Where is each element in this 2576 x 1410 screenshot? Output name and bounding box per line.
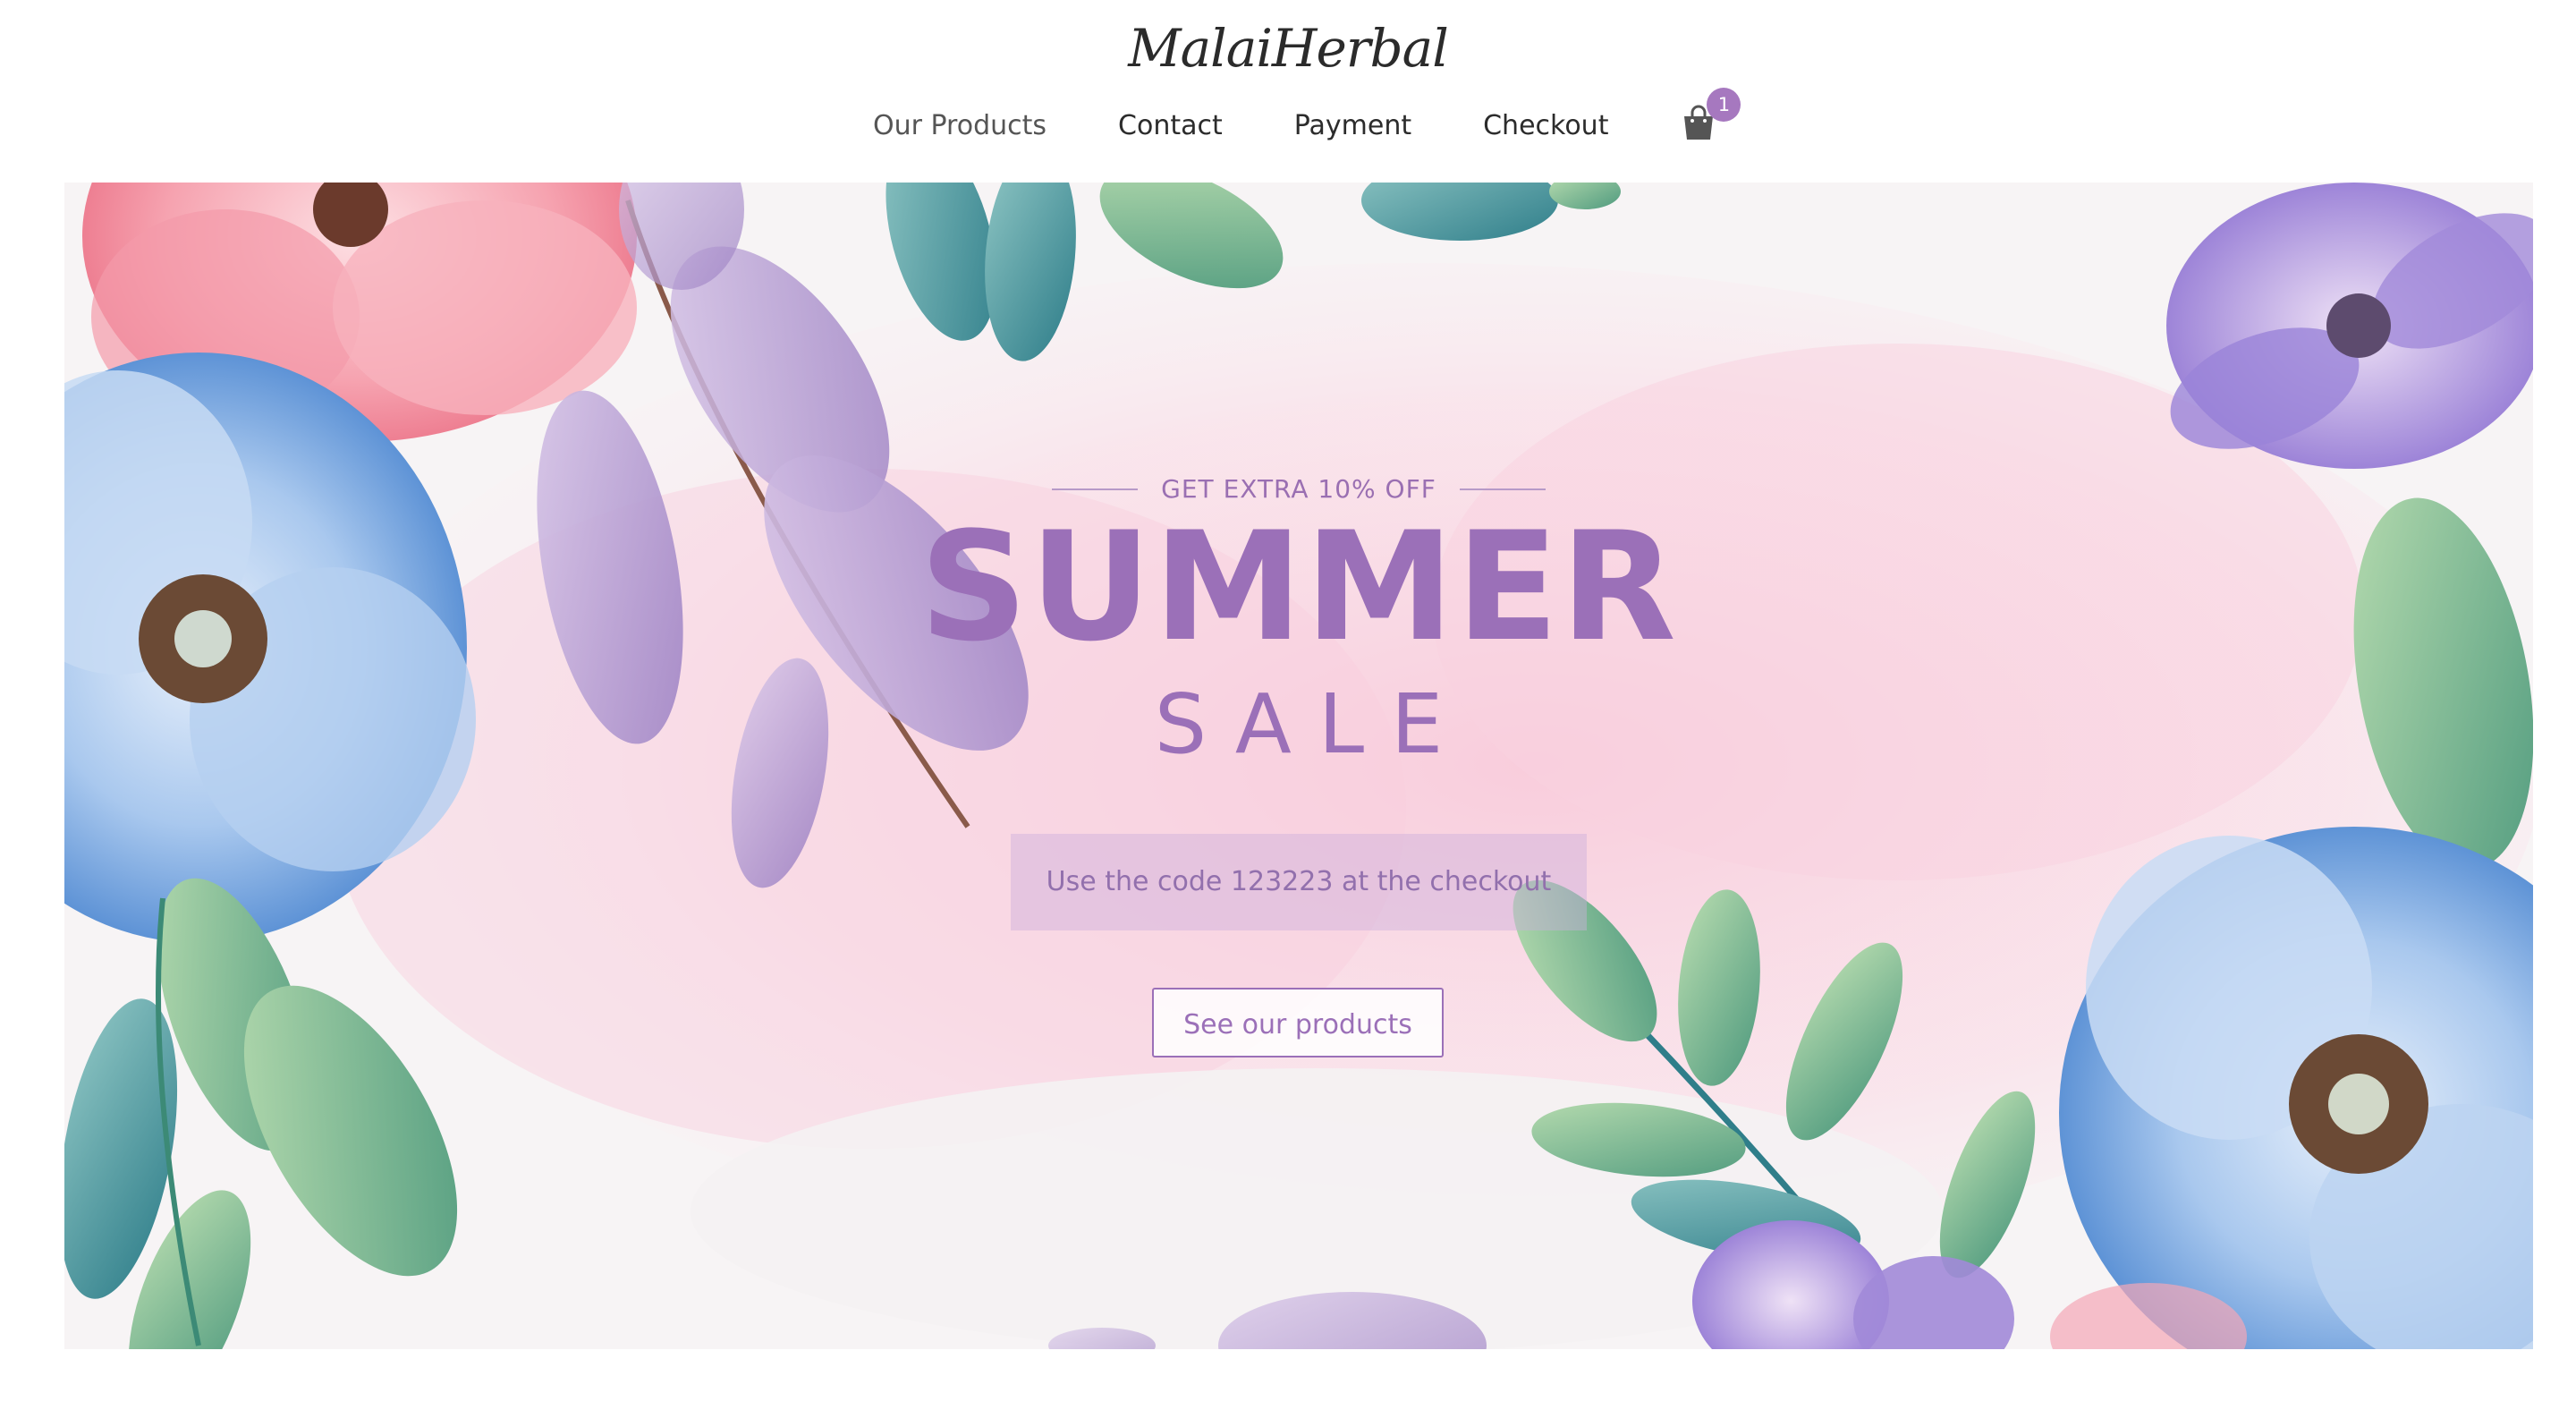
nav-item-our-products[interactable]: Our Products <box>873 110 1046 141</box>
page: MalaiHerbal Our Products Contact Payment… <box>0 0 2576 1410</box>
cart-count-badge: 1 <box>1707 88 1741 122</box>
nav-item-payment[interactable]: Payment <box>1294 110 1411 141</box>
main-nav: Our Products Contact Payment Checkout 1 <box>873 88 1741 141</box>
hero-banner: GET EXTRA 10% OFF SUMMER SALE Use the co… <box>64 183 2533 1349</box>
promo-code-box: Use the code 123223 at the checkout <box>1011 834 1587 930</box>
hero-subheadline: SALE <box>1154 676 1470 772</box>
eyebrow-line-left <box>1052 488 1139 490</box>
cart-button[interactable]: 1 <box>1680 88 1741 141</box>
brand-logo[interactable]: MalaiHerbal <box>0 18 2576 79</box>
see-products-button[interactable]: See our products <box>1152 988 1444 1058</box>
hero-headline: SUMMER <box>919 499 1678 675</box>
nav-item-checkout[interactable]: Checkout <box>1483 110 1608 141</box>
eyebrow-line-right <box>1459 488 1546 490</box>
blue-flower-bottom-right <box>2059 827 2533 1349</box>
nav-item-contact[interactable]: Contact <box>1118 110 1223 141</box>
